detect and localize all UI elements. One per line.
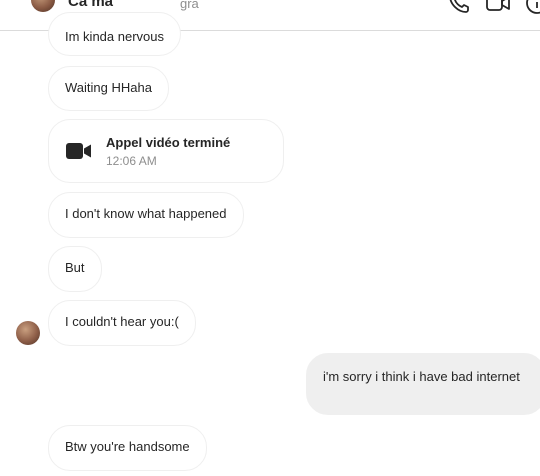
- video-camera-icon: [66, 141, 92, 166]
- phone-call-button[interactable]: [447, 0, 471, 20]
- contact-name[interactable]: Ca ma: [68, 0, 113, 10]
- message-text: But: [65, 260, 85, 275]
- phone-icon: [449, 0, 469, 13]
- info-icon: [526, 0, 540, 14]
- contact-subtitle: gra: [180, 0, 199, 11]
- info-button[interactable]: [525, 0, 540, 20]
- video-camera-icon: [486, 0, 510, 11]
- message-text: Waiting HHaha: [65, 80, 152, 95]
- incoming-message[interactable]: Waiting HHaha: [48, 66, 169, 111]
- call-timestamp: 12:06 AM: [106, 154, 157, 168]
- outgoing-message[interactable]: i'm sorry i think i have bad internet: [306, 353, 540, 415]
- video-call-button[interactable]: [485, 0, 511, 20]
- message-text: Im kinda nervous: [65, 29, 164, 44]
- incoming-message[interactable]: Im kinda nervous: [48, 12, 181, 56]
- call-status-text: Appel vidéo terminé: [106, 135, 231, 150]
- contact-avatar[interactable]: [16, 321, 40, 345]
- incoming-message[interactable]: I couldn't hear you:(: [48, 300, 196, 346]
- incoming-message[interactable]: Btw you're handsome: [48, 425, 207, 471]
- message-text: i'm sorry i think i have bad internet: [323, 369, 520, 384]
- contact-avatar[interactable]: [31, 0, 55, 12]
- message-text: I don't know what happened: [65, 206, 227, 221]
- incoming-message[interactable]: But: [48, 246, 102, 292]
- video-call-ended-card[interactable]: Appel vidéo terminé 12:06 AM: [48, 119, 284, 183]
- message-text: Btw you're handsome: [65, 439, 190, 454]
- message-text: I couldn't hear you:(: [65, 314, 179, 329]
- incoming-message[interactable]: I don't know what happened: [48, 192, 244, 238]
